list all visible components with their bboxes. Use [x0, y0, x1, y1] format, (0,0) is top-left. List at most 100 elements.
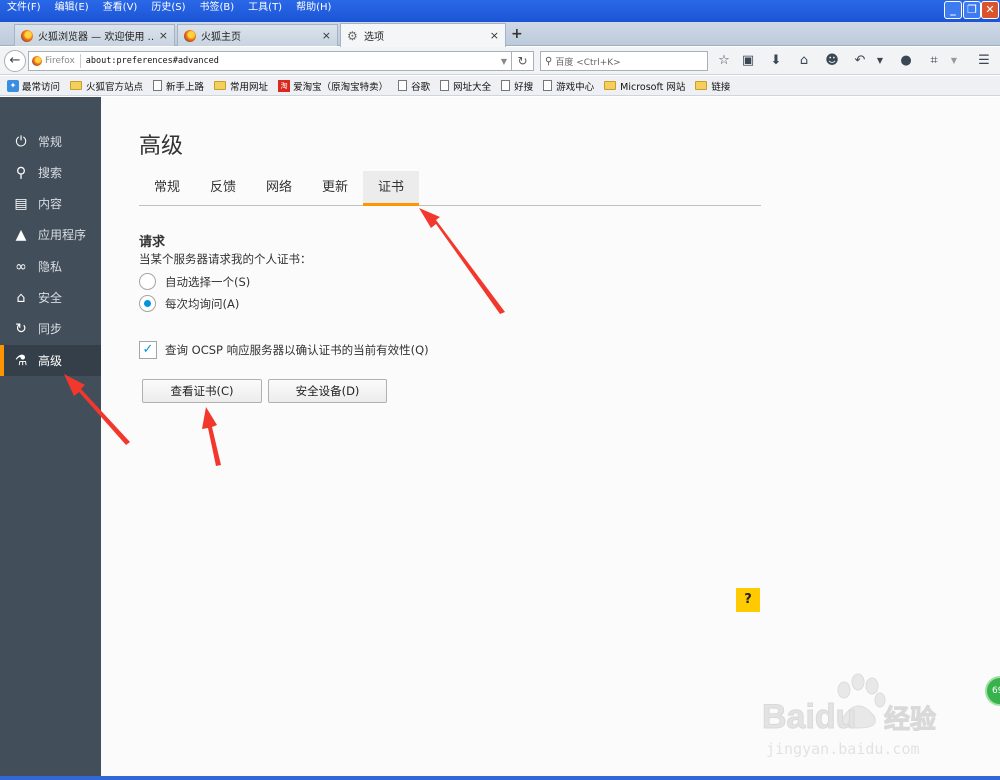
bookmark-label: 网址大全: [453, 81, 492, 93]
tab-certificates[interactable]: 证书: [363, 171, 419, 206]
bookmark-ai-taobao[interactable]: 淘爱淘宝（原淘宝特卖）: [273, 79, 393, 93]
sidebar-item-label: 同步: [38, 322, 63, 336]
page-icon: [440, 80, 450, 91]
firefox-icon: [32, 56, 42, 66]
bookmark-url-directory[interactable]: 网址大全: [435, 79, 496, 93]
menu-tools[interactable]: 工具(T): [241, 0, 289, 16]
help-button[interactable]: ?: [736, 588, 760, 612]
bookmark-getting-started[interactable]: 新手上路: [148, 79, 209, 93]
bookmark-label: Microsoft 网站: [620, 81, 686, 93]
tab-title: 火狐主页: [201, 32, 241, 43]
general-icon: ⏻: [15, 133, 27, 150]
bookmark-label: 谷歌: [411, 81, 431, 93]
home-icon[interactable]: ⌂: [796, 53, 812, 69]
search-bar[interactable]: ⚲ 百度 <Ctrl+K>: [540, 51, 708, 71]
tab-close-icon[interactable]: ×: [322, 29, 331, 42]
bookmark-star-icon[interactable]: ☆: [716, 53, 732, 69]
bookmark-folder-links[interactable]: 链接: [690, 79, 735, 93]
sidebar-item-label: 高级: [38, 354, 63, 368]
page-icon: [153, 80, 163, 91]
bookmark-label: 最常访问: [22, 81, 61, 93]
sidebar-item-privacy[interactable]: ∞ 隐私: [0, 251, 101, 282]
undo-dropdown-icon[interactable]: ▼: [872, 53, 888, 69]
menu-view[interactable]: 查看(V): [96, 0, 145, 16]
sidebar-item-label: 隐私: [38, 260, 63, 274]
firefox-icon: [21, 29, 33, 42]
search-icon: ⚲: [15, 164, 27, 181]
content-icon: ▤: [14, 195, 28, 212]
tab-update[interactable]: 更新: [307, 171, 363, 205]
ocsp-label: 查询 OCSP 响应服务器以确认证书的当前有效性(Q): [165, 343, 429, 357]
folder-icon: [695, 81, 708, 90]
bookmark-haosou[interactable]: 好搜: [496, 79, 538, 93]
url-input[interactable]: about:preferences#advanced: [81, 56, 497, 66]
close-window-button[interactable]: ✕: [981, 1, 999, 19]
folder-icon: [214, 81, 227, 90]
tab-close-icon[interactable]: ×: [159, 29, 168, 42]
menu-edit[interactable]: 编辑(E): [48, 0, 96, 16]
sidebar-item-sync[interactable]: ↻ 同步: [0, 313, 101, 344]
applications-icon: ▲: [15, 226, 27, 243]
tab-network[interactable]: 网络: [251, 171, 307, 205]
reading-list-icon[interactable]: ▣: [740, 53, 756, 69]
sidebar-item-security[interactable]: ⌂ 安全: [0, 282, 101, 313]
minimize-button[interactable]: _: [944, 1, 962, 19]
undo-icon[interactable]: ↶: [852, 53, 868, 69]
identity-box[interactable]: Firefox: [29, 54, 81, 68]
security-devices-button[interactable]: 安全设备(D): [268, 379, 387, 403]
screenshot-icon[interactable]: ⌗: [926, 53, 942, 69]
search-input[interactable]: 百度 <Ctrl+K>: [555, 55, 620, 68]
radio-auto-select[interactable]: 自动选择一个(S): [139, 273, 250, 290]
menu-file[interactable]: 文件(F): [0, 0, 48, 16]
menu-hamburger-icon[interactable]: ☰: [976, 53, 992, 69]
bookmark-folder-common-sites[interactable]: 常用网址: [209, 79, 273, 93]
bookmark-label: 爱淘宝（原淘宝特卖）: [293, 81, 389, 93]
tab-welcome[interactable]: 火狐浏览器 — 欢迎使用 … ×: [14, 24, 175, 46]
sidebar-item-content[interactable]: ▤ 内容: [0, 188, 101, 219]
radio-button[interactable]: [139, 273, 156, 290]
ocsp-checkbox-row[interactable]: ✓ 查询 OCSP 响应服务器以确认证书的当前有效性(Q): [139, 341, 429, 359]
sidebar-item-advanced[interactable]: ⚗ 高级: [0, 345, 101, 376]
tab-close-icon[interactable]: ×: [490, 29, 499, 42]
sidebar-item-label: 安全: [38, 291, 63, 305]
preferences-sidebar: ⏻ 常规 ⚲ 搜索 ▤ 内容 ▲ 应用程序 ∞ 隐私 ⌂ 安全 ↻ 同步 ⚗ 高级: [0, 97, 101, 780]
bookmark-google[interactable]: 谷歌: [393, 79, 435, 93]
menu-history[interactable]: 历史(S): [144, 0, 192, 16]
bookmark-folder-firefox-official[interactable]: 火狐官方站点: [65, 79, 148, 93]
page-title: 高级: [139, 134, 184, 159]
menu-bookmarks[interactable]: 书签(B): [193, 0, 242, 16]
sidebar-item-applications[interactable]: ▲ 应用程序: [0, 219, 101, 250]
back-button[interactable]: ←: [4, 50, 26, 72]
bookmark-most-visited[interactable]: ✦ 最常访问: [2, 79, 65, 93]
comment-icon[interactable]: ●: [898, 53, 914, 69]
url-bar[interactable]: Firefox about:preferences#advanced ▼: [28, 51, 512, 71]
tab-firefox-home[interactable]: 火狐主页 ×: [177, 24, 338, 46]
view-certificates-button[interactable]: 查看证书(C): [142, 379, 262, 403]
bookmark-label: 游戏中心: [556, 81, 595, 93]
privacy-mask-icon: ∞: [15, 258, 27, 275]
bookmark-folder-microsoft[interactable]: Microsoft 网站: [599, 79, 690, 93]
requests-section-title: 请求: [139, 235, 166, 250]
tab-feedback[interactable]: 反馈: [195, 171, 251, 205]
bookmark-label: 好搜: [514, 81, 534, 93]
maximize-button[interactable]: ❐: [963, 1, 981, 19]
tab-options[interactable]: ⚙ 选项 ×: [340, 23, 506, 47]
page-icon: [543, 80, 553, 91]
reload-button[interactable]: ↻: [512, 51, 534, 71]
radio-button[interactable]: [139, 295, 156, 312]
url-dropdown-icon[interactable]: ▼: [497, 57, 511, 66]
new-tab-button[interactable]: +: [511, 26, 523, 42]
screenshot-dropdown-icon[interactable]: ▼: [946, 53, 962, 69]
bookmark-game-center[interactable]: 游戏中心: [538, 79, 599, 93]
sidebar-item-general[interactable]: ⏻ 常规: [0, 126, 101, 157]
tab-general[interactable]: 常规: [139, 171, 195, 205]
chat-icon[interactable]: ☻: [824, 53, 840, 69]
radio-label: 每次均询问(A): [165, 296, 240, 311]
sidebar-item-label: 搜索: [38, 166, 63, 180]
radio-ask-every-time[interactable]: 每次均询问(A): [139, 295, 239, 312]
ocsp-checkbox[interactable]: ✓: [139, 341, 157, 359]
radio-label: 自动选择一个(S): [165, 274, 251, 289]
sidebar-item-search[interactable]: ⚲ 搜索: [0, 157, 101, 188]
menu-help[interactable]: 帮助(H): [289, 0, 338, 16]
download-icon[interactable]: ⬇: [768, 53, 784, 69]
